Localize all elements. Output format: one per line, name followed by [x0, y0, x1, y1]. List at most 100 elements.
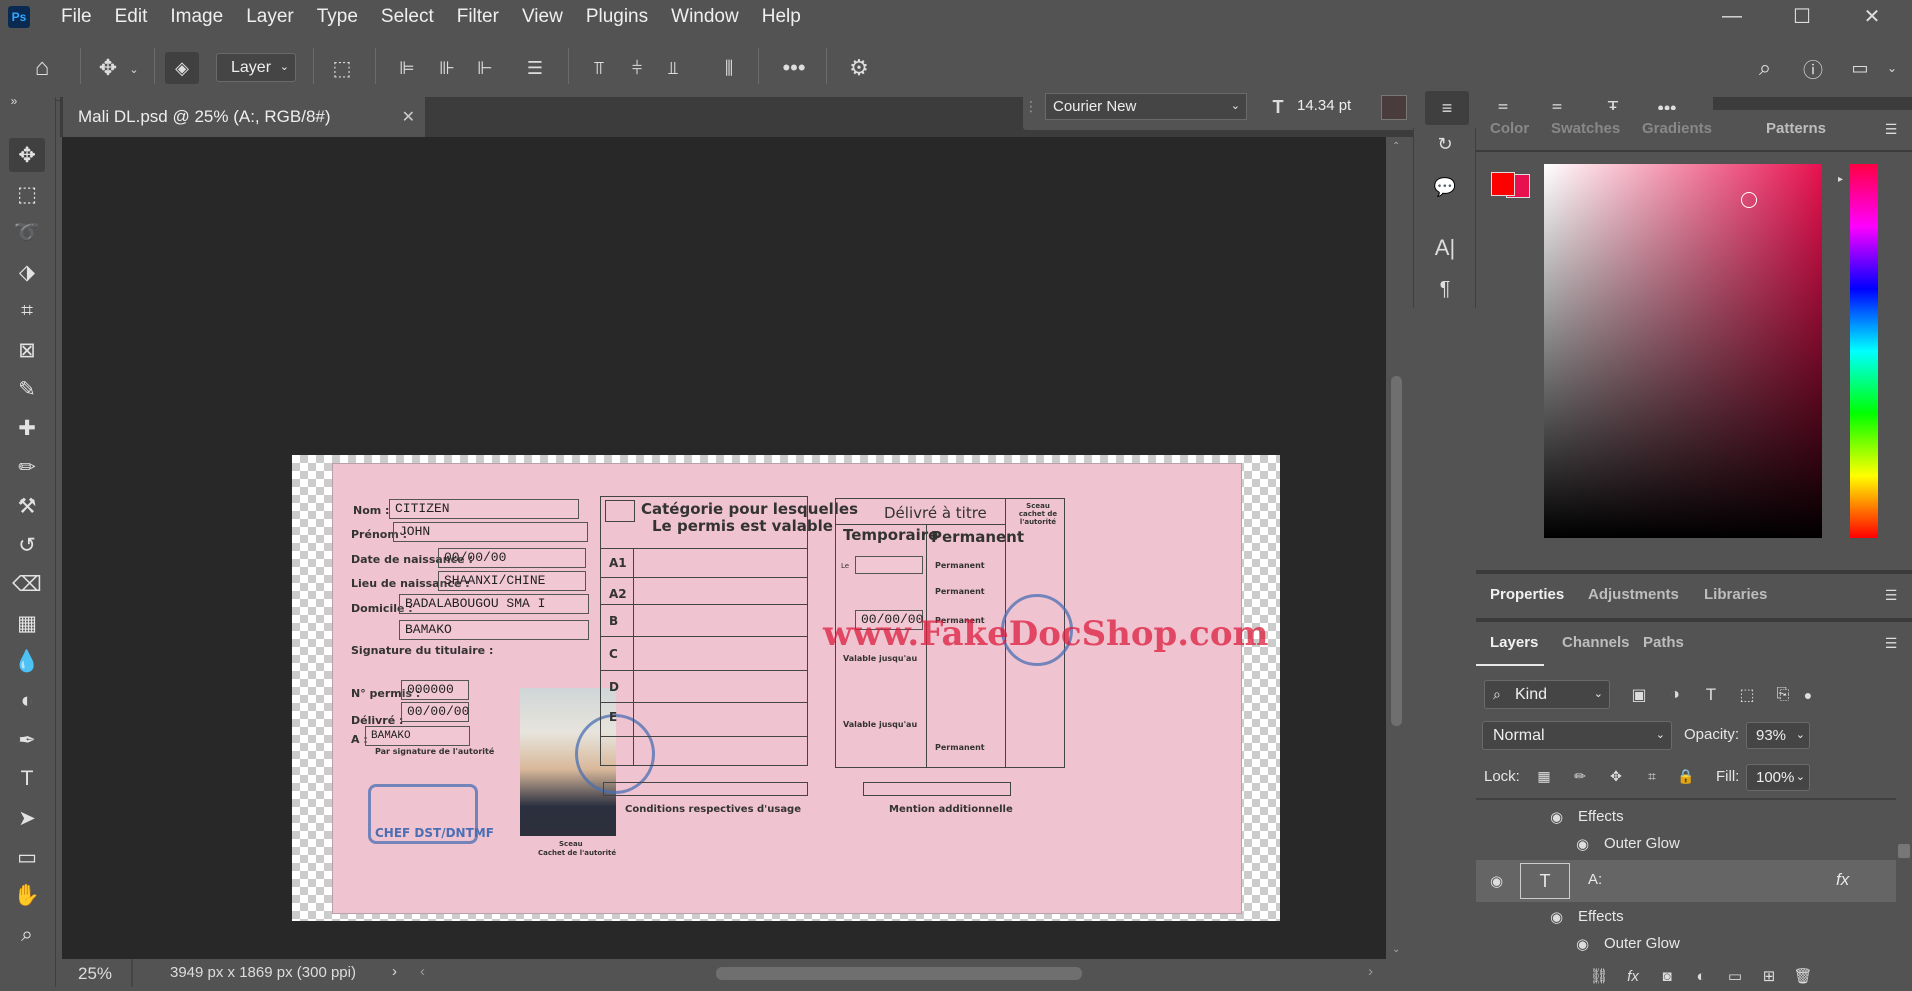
menu-type[interactable]: Type [306, 6, 370, 28]
eye-icon[interactable]: ◉ [1576, 835, 1589, 853]
scroll-right-icon[interactable]: › [1368, 963, 1373, 980]
menu-edit[interactable]: Edit [104, 6, 160, 28]
status-chevron-icon[interactable]: › [392, 963, 397, 980]
layer-effects-row[interactable]: ◉ Effects [1476, 804, 1896, 832]
pixel-filter-icon[interactable]: ▣ [1626, 682, 1652, 708]
lasso-tool-icon[interactable]: ➰ [9, 216, 45, 250]
menu-help[interactable]: Help [751, 6, 813, 28]
tab-patterns[interactable]: Patterns [1766, 120, 1826, 137]
new-layer-icon[interactable]: ⊞ [1756, 964, 1782, 988]
minimize-icon[interactable]: — [1702, 2, 1762, 30]
panel-menu-icon[interactable]: ☰ [1876, 586, 1906, 604]
menu-window[interactable]: Window [660, 6, 751, 28]
horizontal-scroll-thumb[interactable] [716, 967, 1082, 980]
font-family-dropdown[interactable]: Courier New ⌄ [1045, 93, 1247, 120]
history-icon[interactable]: ↻ [1428, 130, 1462, 158]
link-layers-icon[interactable]: ⛓ [1586, 964, 1612, 988]
panel-menu-icon[interactable]: ☰ [1876, 120, 1906, 138]
eraser-tool-icon[interactable]: ⌫ [9, 567, 45, 601]
layer-effects-row[interactable]: ◉ Effects [1476, 904, 1896, 932]
gear-icon[interactable]: ⚙ [842, 52, 876, 84]
frame-tool-icon[interactable]: ⊠ [9, 333, 45, 367]
rectangle-tool-icon[interactable]: ▭ [9, 840, 45, 874]
auto-select-icon[interactable]: ◈ [165, 52, 199, 84]
smart-object-filter-icon[interactable]: ⎘ [1770, 682, 1796, 708]
more-options-icon[interactable]: ••• [776, 52, 812, 84]
adjustment-filter-icon[interactable]: ◑ [1662, 682, 1688, 708]
lock-pixels-icon[interactable]: ✏ [1568, 764, 1592, 788]
paragraph-icon[interactable]: ¶ [1428, 274, 1462, 304]
maximize-icon[interactable]: ☐ [1772, 2, 1832, 30]
opacity-input[interactable]: 93% ⌄ [1746, 722, 1810, 749]
type-tool-icon[interactable]: T [9, 762, 45, 796]
type-filter-icon[interactable]: T [1698, 682, 1724, 708]
new-group-icon[interactable]: ▭ [1722, 964, 1748, 988]
brush-tool-icon[interactable]: ✏ [9, 450, 45, 484]
lock-all-icon[interactable]: 🔒 [1674, 764, 1698, 788]
align-middle-icon[interactable]: ⫩ [622, 52, 652, 84]
tab-swatches[interactable]: Swatches [1551, 120, 1620, 137]
vertical-scroll-thumb[interactable] [1391, 376, 1402, 726]
eye-icon[interactable]: ◉ [1490, 872, 1503, 890]
chevron-down-icon[interactable]: ⌄ [126, 57, 142, 81]
menu-file[interactable]: File [50, 6, 104, 28]
align-text-left-icon[interactable]: ≡ [1425, 91, 1469, 125]
blur-tool-icon[interactable]: 💧 [9, 645, 45, 679]
layer-outer-glow-row[interactable]: ◉ Outer Glow [1476, 931, 1896, 959]
healing-brush-tool-icon[interactable]: ✚ [9, 411, 45, 445]
eyedropper-tool-icon[interactable]: ✎ [9, 372, 45, 406]
new-adjustment-icon[interactable]: ◐ [1688, 964, 1714, 988]
menu-layer[interactable]: Layer [235, 6, 306, 28]
eye-icon[interactable]: ◉ [1576, 935, 1589, 953]
tab-adjustments[interactable]: Adjustments [1588, 586, 1679, 603]
align-left-icon[interactable]: ⊫ [392, 52, 422, 84]
path-select-tool-icon[interactable]: ➤ [9, 801, 45, 835]
foreground-color-swatch[interactable] [1491, 172, 1515, 196]
object-select-tool-icon[interactable]: ⬗ [9, 255, 45, 289]
tab-paths[interactable]: Paths [1643, 634, 1684, 651]
close-icon[interactable]: ✕ [1842, 2, 1902, 30]
collapse-icon[interactable]: » [4, 93, 24, 109]
distribute-icon[interactable]: ☰ [520, 52, 550, 84]
tab-properties[interactable]: Properties [1490, 586, 1564, 603]
layer-outer-glow-row[interactable]: ◉ Outer Glow [1476, 831, 1896, 859]
lock-position-icon[interactable]: ✥ [1604, 764, 1628, 788]
transform-controls-icon[interactable]: ⬚ [326, 52, 358, 84]
lock-artboard-icon[interactable]: ⌗ [1640, 764, 1664, 788]
hand-tool-icon[interactable]: ✋ [9, 879, 45, 913]
add-style-icon[interactable]: fx [1620, 964, 1646, 988]
workspace-icon[interactable]: ▭ [1842, 52, 1878, 84]
distribute-vertical-icon[interactable]: ⫼ [714, 52, 744, 84]
help-icon[interactable]: ⓘ [1796, 52, 1830, 84]
panel-menu-icon[interactable]: ☰ [1876, 634, 1906, 652]
align-center-icon[interactable]: ⊪ [432, 52, 462, 84]
layers-scrollbar[interactable] [1896, 798, 1912, 963]
menu-select[interactable]: Select [370, 6, 446, 28]
drag-handle-icon[interactable]: ⋮ [1024, 90, 1038, 122]
scroll-up-icon[interactable]: ⌃ [1392, 141, 1400, 152]
menu-view[interactable]: View [511, 6, 575, 28]
delete-layer-icon[interactable]: 🗑 [1790, 964, 1816, 988]
move-tool-icon[interactable]: ✥ [9, 138, 45, 172]
color-picker-handle[interactable] [1741, 192, 1757, 208]
move-tool-icon[interactable]: ✥ [88, 53, 128, 83]
scroll-left-icon[interactable]: ‹ [420, 963, 425, 980]
zoom-tool-icon[interactable]: ⌕ [9, 918, 45, 952]
tab-channels[interactable]: Channels [1562, 634, 1630, 651]
tab-libraries[interactable]: Libraries [1704, 586, 1767, 603]
history-brush-tool-icon[interactable]: ↺ [9, 528, 45, 562]
align-right-icon[interactable]: ⊩ [470, 52, 500, 84]
chevron-down-icon[interactable]: ⌄ [1884, 52, 1900, 84]
zoom-level[interactable]: 25% [78, 964, 112, 984]
document-canvas[interactable]: Nom : CITIZEN Prénom : JOHN Date de nais… [292, 455, 1280, 921]
align-top-icon[interactable]: ⫪ [584, 52, 614, 84]
comments-icon[interactable]: 💬 [1428, 172, 1462, 202]
scroll-down-icon[interactable]: ⌄ [1392, 944, 1400, 955]
hue-slider[interactable] [1850, 164, 1878, 538]
document-tab[interactable]: Mali DL.psd @ 25% (A:, RGB/8#) ✕ [63, 97, 425, 137]
character-icon[interactable]: A| [1428, 232, 1462, 264]
crop-tool-icon[interactable]: ⌗ [9, 294, 45, 328]
search-icon[interactable]: ⌕ [1748, 52, 1782, 84]
fx-icon[interactable]: fx [1836, 870, 1849, 890]
fill-input[interactable]: 100% ⌄ [1746, 764, 1810, 791]
